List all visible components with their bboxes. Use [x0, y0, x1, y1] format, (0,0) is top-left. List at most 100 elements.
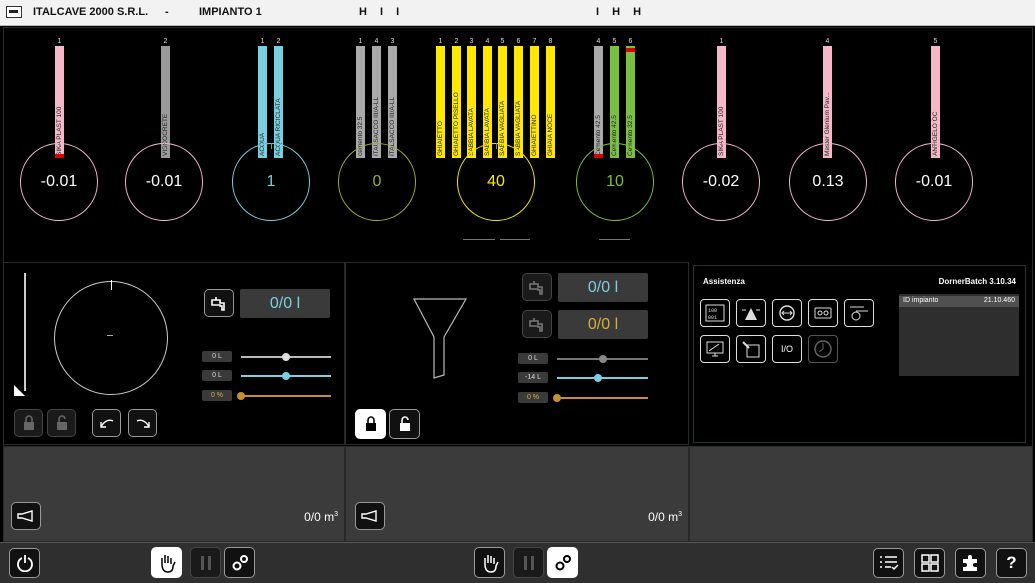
- assistance-title: Assistenza: [703, 277, 745, 286]
- unlock-button[interactable]: [47, 409, 76, 437]
- recipes-list-button[interactable]: [873, 548, 904, 578]
- dashboard-button[interactable]: [914, 548, 945, 578]
- clock-icon: [814, 340, 832, 358]
- plugins-button[interactable]: [955, 548, 986, 578]
- lock-icon: [365, 416, 376, 431]
- counters-button[interactable]: 100 001: [700, 299, 730, 327]
- scale-gauge[interactable]: -0.01: [125, 143, 203, 221]
- scale-gauge[interactable]: 1: [232, 143, 310, 221]
- silo-label: SIKA PLAST 100: [718, 106, 725, 156]
- hopper-icon: [413, 298, 468, 379]
- slider-correction-label: -14 L: [518, 372, 548, 383]
- clock-button[interactable]: [808, 335, 838, 363]
- company-name: ITALCAVE 2000 S.R.L.: [33, 6, 149, 18]
- slider-correction[interactable]: [241, 372, 331, 380]
- calibration-button[interactable]: [736, 299, 766, 327]
- silo-label: ITALSACCO III/A-LL: [373, 96, 380, 156]
- pause-button-2[interactable]: [513, 547, 544, 578]
- lock-button[interactable]: [355, 409, 386, 439]
- slider-knob[interactable]: [237, 392, 245, 400]
- recorder-button[interactable]: [808, 299, 838, 327]
- io-button[interactable]: I/O: [772, 335, 802, 363]
- slider-percent-label: 0 %: [202, 390, 232, 401]
- slider-knob[interactable]: [282, 372, 290, 380]
- report-button[interactable]: [736, 335, 766, 363]
- slider-percent[interactable]: [553, 394, 648, 402]
- silo-number: 4: [374, 38, 379, 45]
- silo-alarm-marker: [626, 48, 635, 52]
- pause-button-1[interactable]: [190, 547, 221, 578]
- manual-mode-button-1[interactable]: [151, 547, 182, 578]
- hand-icon: [160, 554, 176, 573]
- app-logo-icon: [6, 6, 22, 18]
- silo-label: GHIAIA NOCE: [547, 113, 554, 156]
- silo-label: VISCOCRETE: [162, 113, 169, 156]
- silo-level: SIKA PLAST 100: [55, 46, 64, 158]
- water-tap-button-2[interactable]: [522, 310, 552, 338]
- auto-mode-button-1[interactable]: [224, 547, 255, 578]
- silo-label: GHIAIETTO PISELLO: [453, 92, 460, 156]
- transfer-button[interactable]: [772, 299, 802, 327]
- slider-water[interactable]: [557, 355, 648, 363]
- silo-level: SABBIA LAVATA: [483, 46, 492, 158]
- digits-icon: 100001: [705, 304, 725, 322]
- monitor-button[interactable]: [700, 335, 730, 363]
- rotate-left-icon: [99, 419, 113, 428]
- slider-knob[interactable]: [553, 394, 561, 402]
- scale-gauge[interactable]: -0.02: [682, 143, 760, 221]
- checklist-icon: [879, 556, 899, 571]
- slider-percent[interactable]: [237, 392, 331, 400]
- slider-correction[interactable]: [557, 374, 648, 382]
- rotate-right-button[interactable]: [128, 409, 157, 437]
- silo-number: 1: [438, 38, 443, 45]
- power-button[interactable]: [9, 548, 40, 578]
- unlock-button[interactable]: [389, 409, 420, 439]
- silo-label: ACQUA RICICLATA: [275, 98, 282, 156]
- horn-icon: [17, 510, 33, 522]
- bottom-toolbar: ?: [0, 542, 1035, 583]
- tap-icon: [211, 297, 225, 311]
- water-tap-button[interactable]: [204, 289, 234, 317]
- slider-water[interactable]: [241, 353, 331, 361]
- water-tap-button-1[interactable]: [522, 273, 552, 301]
- discharge-button[interactable]: [11, 502, 41, 530]
- silo-number: 3: [469, 38, 474, 45]
- plant-id-label: ID impianto: [903, 297, 939, 304]
- slider-knob[interactable]: [598, 355, 607, 363]
- silo-label: cemento 32.5: [357, 116, 364, 156]
- scale-gauge[interactable]: -0.01: [20, 143, 98, 221]
- silo-level: SABBIA VAGLIATA: [498, 46, 507, 158]
- status-area-empty: [689, 446, 1033, 542]
- scale-gauge[interactable]: 10: [576, 143, 654, 221]
- slider-knob[interactable]: [282, 353, 290, 361]
- slider-knob[interactable]: [593, 374, 602, 382]
- timers-button[interactable]: [844, 299, 874, 327]
- svg-text:001: 001: [708, 315, 717, 321]
- silo-number: 4: [485, 38, 490, 45]
- silo-label: SABBIA VAGLIATA: [515, 100, 522, 156]
- auto-mode-button-2[interactable]: [547, 547, 578, 578]
- lock-button[interactable]: [14, 409, 43, 437]
- silo-number: 2: [454, 38, 459, 45]
- silo-level: SABBIA VAGLIATA: [514, 46, 523, 158]
- manual-mode-button-2[interactable]: [474, 547, 505, 578]
- silo-label: GHIAIETTO: [437, 121, 444, 156]
- silo-level: GHIAIETTINO: [530, 46, 539, 158]
- pause-icon: [200, 555, 211, 570]
- water-value-2: 0/0 l: [558, 310, 648, 339]
- help-button[interactable]: ?: [996, 548, 1027, 578]
- scale-gauge[interactable]: 0: [338, 143, 416, 221]
- pause-icon: [523, 555, 534, 570]
- scale-gauge[interactable]: -0.01: [895, 143, 973, 221]
- scale-calibration-icon: [742, 308, 760, 320]
- silo-level: ACQUA RICICLATA: [274, 46, 283, 158]
- silo-label: ACQUA: [259, 132, 266, 156]
- scale-gauge[interactable]: 40: [457, 143, 535, 221]
- discharge-button[interactable]: [355, 502, 385, 530]
- rotate-left-button[interactable]: [92, 409, 121, 437]
- scale-gauge[interactable]: 0.13: [789, 143, 867, 221]
- silo-level: SABBIA LAVATA: [467, 46, 476, 158]
- volume-readout: 0/0 m3: [648, 510, 682, 524]
- silo-number: 1: [57, 38, 62, 45]
- title-separator: -: [165, 6, 169, 18]
